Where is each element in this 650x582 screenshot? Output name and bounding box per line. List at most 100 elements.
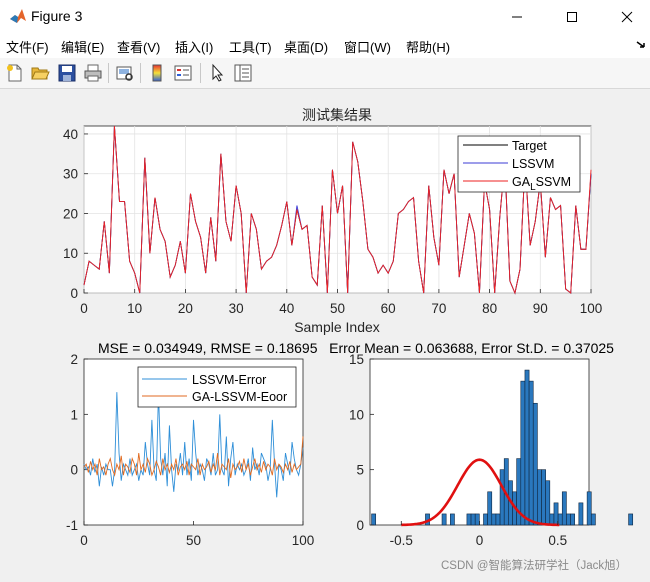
y-tick-label: -1 xyxy=(66,518,78,533)
figure-canvas[interactable]: 0 10 20 30 40 50 60 70 80 90 100 0 10 20 30 40 测试集结果 Sa… xyxy=(0,89,650,577)
histogram-axes[interactable]: -0.5 0 0.5 0 5 10 15 xyxy=(349,352,634,548)
menu-desktop[interactable]: 桌面(D) xyxy=(284,37,328,56)
x-tick-label: 40 xyxy=(279,301,294,316)
x-tick-label: 80 xyxy=(482,301,497,316)
top-axes[interactable]: 0 10 20 30 40 50 60 70 80 90 100 0 10 20 30 40 测试集结果 Sa… xyxy=(63,107,602,335)
error-axes[interactable]: 0 50 100-1012 LSSVM-Error GA-LSSVM-Eoor xyxy=(66,352,314,548)
legend-icon[interactable] xyxy=(173,63,193,83)
y-tick-label: 1 xyxy=(70,407,78,422)
minimize-button[interactable] xyxy=(494,0,540,33)
legend-label-lssvm: LSSVM xyxy=(512,157,554,171)
x-tick-label: 90 xyxy=(533,301,548,316)
histogram-bar xyxy=(499,469,505,526)
legend-label-target: Target xyxy=(512,139,547,153)
histogram-bar xyxy=(474,513,480,526)
x-tick-label: 20 xyxy=(178,301,193,316)
maximize-icon xyxy=(567,11,577,22)
figure-svg: 0 10 20 30 40 50 60 70 80 90 100010203040 测试集结果 Sa… xyxy=(63,107,634,572)
histogram-bar xyxy=(537,469,542,526)
histogram-bar xyxy=(528,380,534,526)
x-tick-label: 0 xyxy=(476,533,484,548)
x-tick-label: 50 xyxy=(186,533,201,548)
histogram-bar xyxy=(450,513,455,526)
x-tick-label: 70 xyxy=(431,301,446,316)
menu-bar: 文件(F) 编辑(E) 查看(V) 插入(I) 工具(T) 桌面(D) 窗口(W… xyxy=(0,33,650,58)
toolbar-separator xyxy=(200,63,201,83)
histogram-bar xyxy=(487,491,493,526)
close-button[interactable] xyxy=(604,0,650,33)
histogram-bar xyxy=(566,513,571,526)
top-chart-xlabel: Sample Index xyxy=(294,319,380,335)
histogram-bar xyxy=(524,369,530,526)
x-tick-label: 10 xyxy=(127,301,142,316)
histogram-bar xyxy=(586,491,592,526)
menu-edit[interactable]: 编辑(E) xyxy=(61,37,104,56)
toolbar-separator xyxy=(140,63,141,83)
y-tick-label: 10 xyxy=(349,407,364,422)
maximize-button[interactable] xyxy=(549,0,595,33)
y-tick-label: 2 xyxy=(70,352,78,367)
close-icon xyxy=(621,11,633,22)
matlab-logo-icon xyxy=(9,7,27,25)
x-tick-label: 0.5 xyxy=(548,533,567,548)
x-tick-label: 0 xyxy=(80,533,88,548)
print-preview-icon[interactable] xyxy=(115,63,135,83)
histogram-bar xyxy=(561,491,567,526)
open-file-icon[interactable] xyxy=(30,63,50,83)
histogram-bar xyxy=(491,513,497,526)
histogram-bar xyxy=(371,513,377,526)
histogram-bar xyxy=(466,513,472,526)
menu-tools[interactable]: 工具(T) xyxy=(229,37,272,56)
error-legend[interactable]: LSSVM-Error GA-LSSVM-Eoor xyxy=(137,366,297,408)
property-editor-icon[interactable] xyxy=(233,63,253,83)
y-tick-label: 20 xyxy=(63,206,78,221)
histogram-bar xyxy=(590,513,596,526)
y-tick-label: 0 xyxy=(356,518,364,533)
y-tick-label: 5 xyxy=(356,463,364,478)
histogram-bar xyxy=(520,380,526,526)
toolbar xyxy=(0,58,650,89)
x-tick-label: 0 xyxy=(80,301,88,316)
y-tick-label: 15 xyxy=(349,352,364,367)
histogram-bar xyxy=(495,513,501,526)
x-tick-label: 50 xyxy=(330,301,345,316)
legend-label-lssvm-error: LSSVM-Error xyxy=(192,373,266,387)
histogram-bar xyxy=(441,513,447,526)
histogram-bar xyxy=(628,513,634,526)
toolbar-separator xyxy=(108,63,109,83)
save-icon[interactable] xyxy=(57,63,77,83)
histogram-bar xyxy=(549,513,555,526)
dock-arrow-icon[interactable] xyxy=(636,40,646,50)
new-figure-icon[interactable] xyxy=(5,63,25,83)
y-tick-label: 0 xyxy=(70,463,78,478)
menu-window[interactable]: 窗口(W) xyxy=(344,37,391,56)
histogram-bar xyxy=(532,402,538,526)
pointer-icon[interactable] xyxy=(207,63,227,83)
watermark-text: CSDN @智能算法研学社（Jack旭） xyxy=(441,558,627,572)
menu-view[interactable]: 查看(V) xyxy=(117,37,160,56)
histogram-bar xyxy=(470,513,476,526)
print-icon[interactable] xyxy=(83,63,103,83)
histogram-bar xyxy=(578,502,584,526)
menu-file[interactable]: 文件(F) xyxy=(6,37,49,56)
y-tick-label: 10 xyxy=(63,246,78,261)
histogram-bar xyxy=(570,513,575,526)
histogram-bar xyxy=(483,513,488,526)
x-tick-label: 30 xyxy=(229,301,244,316)
window-title: Figure 3 xyxy=(31,8,83,24)
top-legend[interactable]: Target LSSVM GALSSVM xyxy=(457,135,581,193)
y-tick-label: 40 xyxy=(63,127,78,142)
histogram-axes-background xyxy=(369,358,590,526)
menu-insert[interactable]: 插入(I) xyxy=(175,37,213,56)
x-tick-label: 100 xyxy=(580,301,603,316)
legend-label-ga-lssvm-error: GA-LSSVM-Eoor xyxy=(192,390,287,404)
colorbar-icon[interactable] xyxy=(147,63,167,83)
menu-help[interactable]: 帮助(H) xyxy=(406,37,450,56)
y-tick-label: 0 xyxy=(70,286,78,301)
x-tick-label: 60 xyxy=(381,301,396,316)
top-chart-title: 测试集结果 xyxy=(302,107,372,123)
minimize-icon xyxy=(512,16,522,17)
histogram-bar xyxy=(541,469,546,526)
x-tick-label: 100 xyxy=(292,533,315,548)
title-bar: Figure 3 xyxy=(0,0,650,33)
